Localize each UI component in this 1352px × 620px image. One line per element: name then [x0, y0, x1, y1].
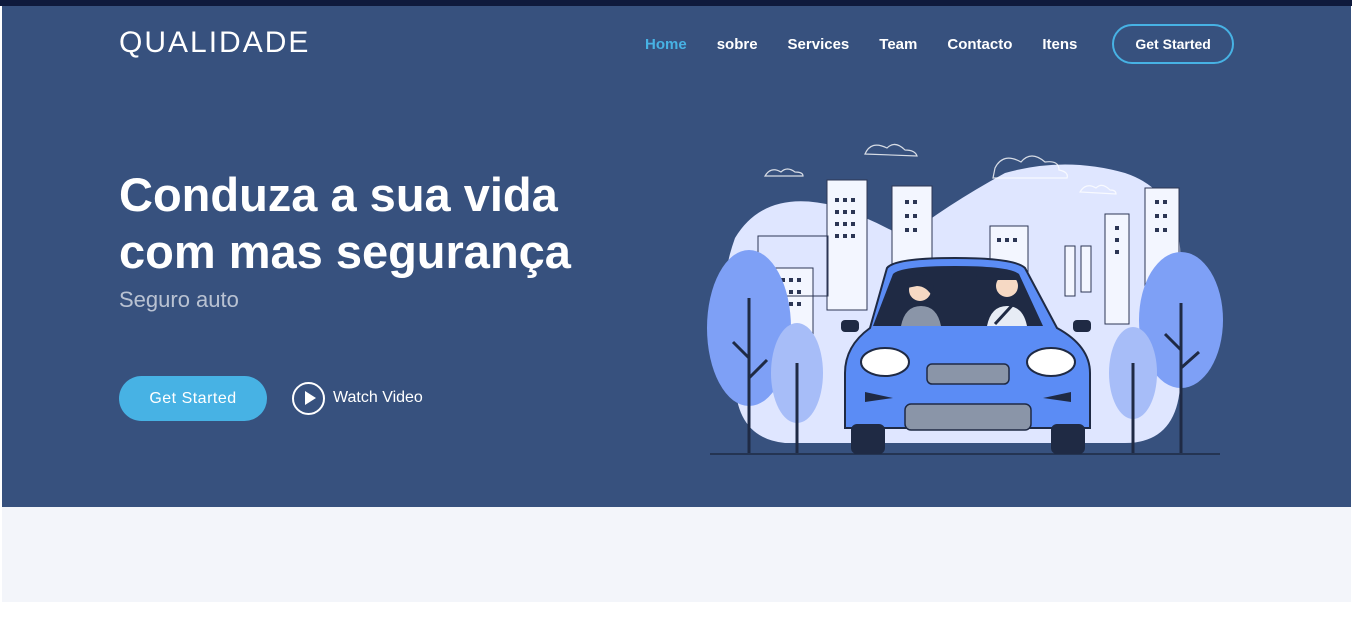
- nav-item-contacto[interactable]: Contacto: [947, 36, 1012, 53]
- nav-item-services[interactable]: Services: [788, 36, 850, 53]
- site-logo[interactable]: QUALIDADE: [119, 26, 310, 60]
- hero-subtitle: Seguro auto: [119, 287, 239, 312]
- play-circle-icon: [292, 381, 325, 415]
- next-section: [2, 507, 1351, 602]
- hero-title: Conduza a sua vida com mas segurança: [119, 168, 571, 278]
- hero-get-started-button[interactable]: Get Started: [119, 376, 267, 421]
- watch-video-link[interactable]: Watch Video: [292, 381, 423, 415]
- nav-item-sobre[interactable]: sobre: [717, 36, 758, 53]
- watch-video-label: Watch Video: [333, 389, 423, 406]
- nav-item-itens[interactable]: Itens: [1042, 36, 1077, 53]
- car-city-illustration: [707, 143, 1223, 455]
- main-nav: Home sobre Services Team Contacto Itens …: [630, 24, 1234, 64]
- nav-item-home[interactable]: Home: [645, 36, 687, 53]
- nav-item-team[interactable]: Team: [879, 36, 917, 53]
- header-get-started-button[interactable]: Get Started: [1112, 24, 1234, 64]
